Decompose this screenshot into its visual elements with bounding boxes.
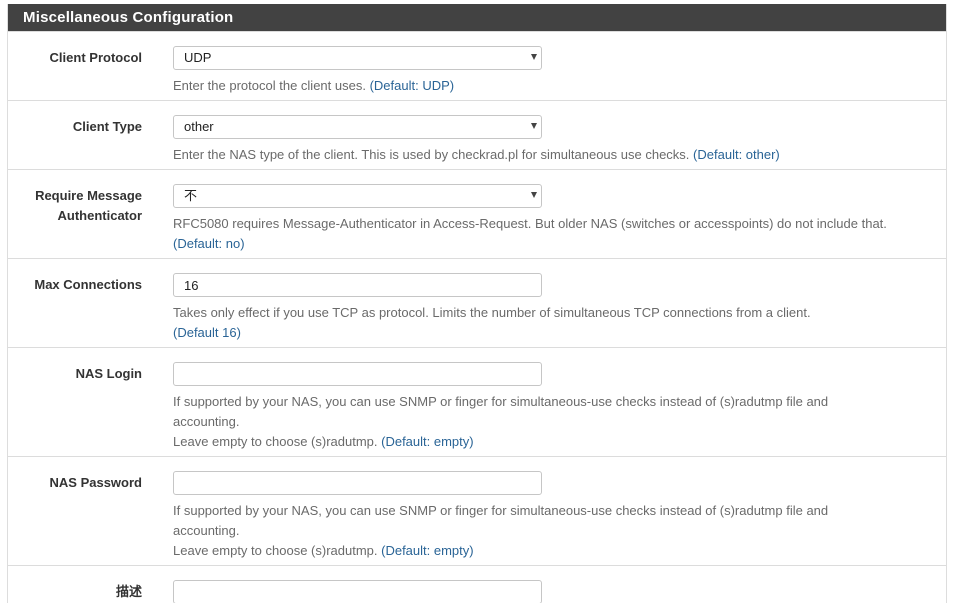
- nas-login-help-text: If supported by your NAS, you can use SN…: [173, 394, 829, 429]
- row-client-type: Client Type other Enter the NAS type of …: [8, 100, 946, 169]
- require-msg-auth-help-text: RFC5080 requires Message-Authenticator i…: [173, 216, 887, 231]
- max-connections-help: Takes only effect if you use TCP as prot…: [173, 303, 943, 343]
- client-protocol-default: (Default: UDP): [369, 78, 455, 93]
- row-max-connections: Max Connections Takes only effect if you…: [8, 258, 946, 347]
- row-nas-password: NAS Password If supported by your NAS, y…: [8, 456, 946, 565]
- client-protocol-select[interactable]: UDP: [173, 46, 542, 70]
- client-protocol-value: UDP: [184, 50, 212, 65]
- max-connections-help-text: Takes only effect if you use TCP as prot…: [173, 305, 811, 320]
- client-type-value: other: [184, 119, 214, 134]
- nas-password-help: If supported by your NAS, you can use SN…: [173, 501, 893, 561]
- nas-password-input[interactable]: [173, 471, 542, 495]
- max-connections-default: (Default 16): [173, 325, 241, 340]
- panel-title: Miscellaneous Configuration: [8, 4, 946, 31]
- misc-config-panel: Miscellaneous Configuration Client Proto…: [7, 4, 947, 603]
- require-msg-auth-label-line1: Require Message: [35, 188, 142, 203]
- chevron-down-icon: [531, 123, 537, 129]
- require-msg-auth-label-line2: Authenticator: [57, 208, 143, 223]
- row-nas-login: NAS Login If supported by your NAS, you …: [8, 347, 946, 456]
- nas-login-label: NAS Login: [75, 366, 142, 381]
- require-msg-auth-default: (Default: no): [173, 236, 245, 251]
- nas-login-help: If supported by your NAS, you can use SN…: [173, 392, 893, 452]
- client-protocol-label: Client Protocol: [49, 50, 142, 65]
- nas-login-help-text-2: Leave empty to choose (s)radutmp.: [173, 434, 378, 449]
- client-protocol-help-text: Enter the protocol the client uses.: [173, 78, 366, 93]
- row-description: 描述: [8, 565, 946, 603]
- client-type-help-text: Enter the NAS type of the client. This i…: [173, 147, 690, 162]
- require-msg-auth-help: RFC5080 requires Message-Authenticator i…: [173, 214, 943, 254]
- row-require-message-authenticator: Require Message Authenticator 不 RFC5080 …: [8, 169, 946, 258]
- require-msg-auth-select[interactable]: 不: [173, 184, 542, 208]
- nas-password-default: (Default: empty): [381, 543, 474, 558]
- client-protocol-help: Enter the protocol the client uses. (Def…: [173, 76, 943, 96]
- chevron-down-icon: [531, 54, 537, 60]
- nas-password-help-text-2: Leave empty to choose (s)radutmp.: [173, 543, 378, 558]
- nas-password-help-text: If supported by your NAS, you can use SN…: [173, 503, 829, 538]
- nas-password-label: NAS Password: [49, 475, 142, 490]
- max-connections-label: Max Connections: [34, 277, 142, 292]
- client-type-default: (Default: other): [693, 147, 780, 162]
- row-client-protocol: Client Protocol UDP Enter the protocol t…: [8, 31, 946, 100]
- require-msg-auth-label: Require Message Authenticator: [12, 186, 142, 226]
- nas-login-input[interactable]: [173, 362, 542, 386]
- description-input[interactable]: [173, 580, 542, 603]
- client-type-label: Client Type: [72, 119, 142, 134]
- require-msg-auth-value: 不: [184, 188, 198, 203]
- max-connections-input[interactable]: [173, 273, 542, 297]
- nas-login-default: (Default: empty): [381, 434, 474, 449]
- description-label: 描述: [115, 584, 142, 599]
- client-type-select[interactable]: other: [173, 115, 542, 139]
- chevron-down-icon: [531, 192, 537, 198]
- client-type-help: Enter the NAS type of the client. This i…: [173, 145, 943, 165]
